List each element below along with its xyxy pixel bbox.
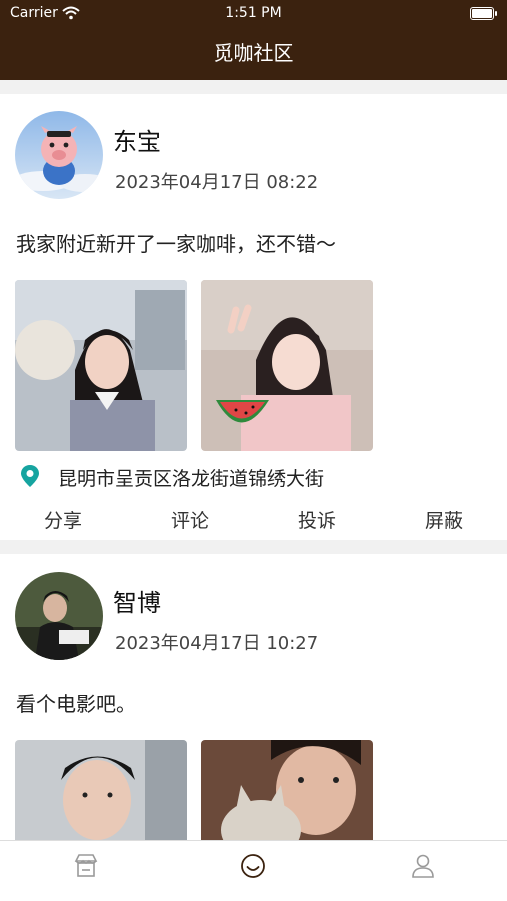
avatar-image: [15, 572, 103, 660]
location-pin-icon: [21, 465, 39, 487]
avatar[interactable]: [15, 572, 103, 660]
report-button[interactable]: 投诉: [254, 506, 380, 533]
post-time: 2023年04月17日 10:27: [115, 633, 319, 654]
location-text: 昆明市呈贡区洛龙街道锦绣大街: [58, 468, 325, 490]
photo-image: [15, 740, 187, 840]
post-content: 看个电影吧。: [16, 692, 136, 716]
post-photo[interactable]: [15, 740, 187, 840]
page-title: 觅咖社区: [213, 41, 294, 65]
author-name[interactable]: 智博: [113, 583, 161, 618]
post-content: 我家附近新开了一家咖啡，还不错～: [16, 232, 336, 256]
post-time: 2023年04月17日 08:22: [115, 172, 319, 193]
post-card[interactable]: 东宝 2023年04月17日 08:22 我家附近新开了一家咖啡，还不错～ 昆明…: [0, 94, 507, 540]
store-icon[interactable]: [71, 851, 101, 881]
avatar-image: [15, 111, 103, 199]
status-time: 1:51 PM: [225, 5, 282, 21]
photo-image: [15, 280, 187, 451]
battery-icon: [470, 7, 497, 20]
app-header: Carrier 1:51 PM 觅咖社区: [0, 0, 507, 80]
post-photo[interactable]: [201, 280, 373, 451]
location: 昆明市呈贡区洛龙街道锦绣大街: [20, 464, 324, 492]
photo-image: [201, 280, 373, 451]
block-button[interactable]: 屏蔽: [381, 506, 507, 533]
person-icon[interactable]: [408, 851, 438, 881]
comment-button[interactable]: 评论: [127, 506, 253, 533]
avatar[interactable]: [15, 111, 103, 199]
author-name[interactable]: 东宝: [113, 122, 161, 157]
share-button[interactable]: 分享: [0, 506, 126, 533]
tab-bar: [0, 840, 507, 901]
post-card[interactable]: 智博 2023年04月17日 10:27 看个电影吧。: [0, 554, 507, 840]
smile-icon[interactable]: [238, 851, 268, 881]
status-bar: Carrier 1:51 PM: [0, 0, 507, 28]
feed-list[interactable]: 东宝 2023年04月17日 08:22 我家附近新开了一家咖啡，还不错～ 昆明…: [0, 80, 507, 840]
photo-image: [201, 740, 373, 840]
post-photo[interactable]: [201, 740, 373, 840]
post-actions: 分享 评论 投诉 屏蔽: [0, 506, 507, 536]
post-photo[interactable]: [15, 280, 187, 451]
